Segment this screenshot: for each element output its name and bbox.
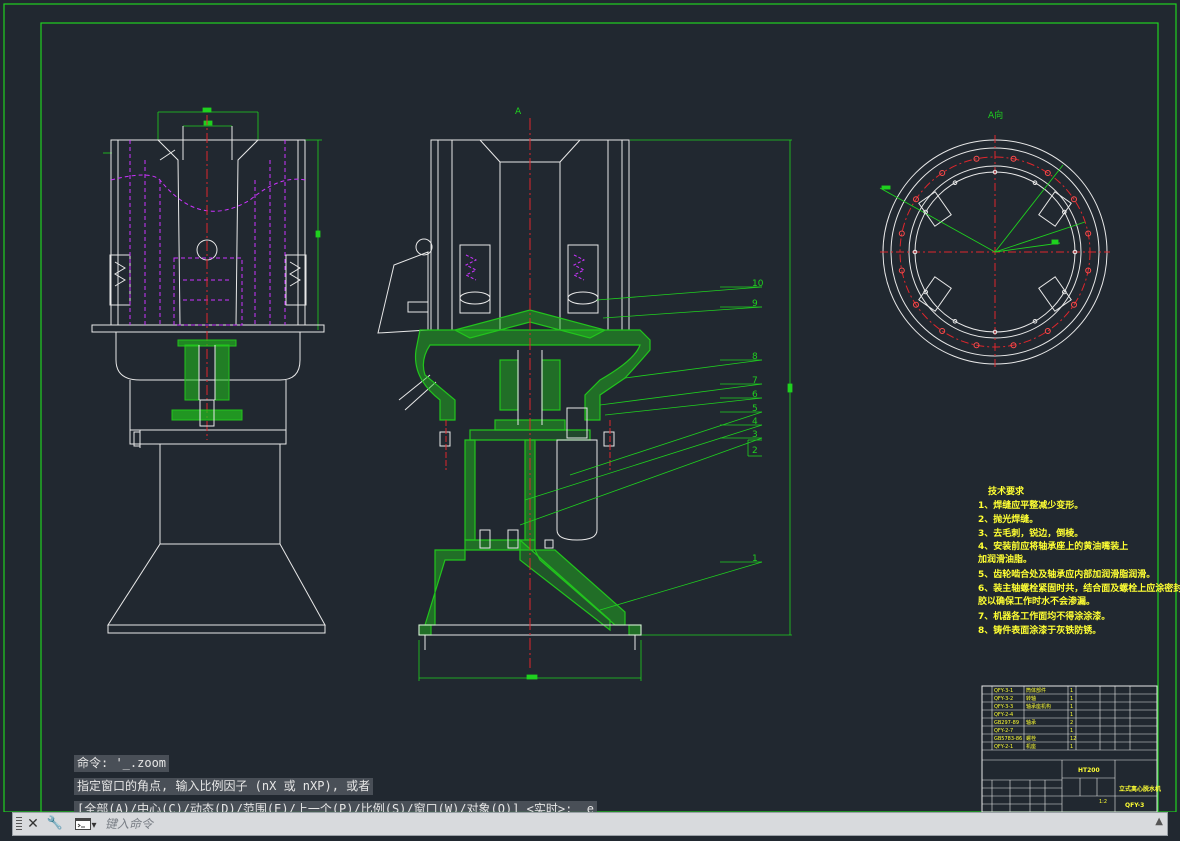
part-number-10: 10 — [752, 279, 764, 289]
tech-note: 胶以确保工作时水不会渗漏。 — [978, 595, 1095, 607]
expand-history-icon[interactable]: ▲ — [1155, 816, 1163, 827]
tech-note: 加润滑油脂。 — [977, 553, 1032, 565]
part-number-5: 5 — [752, 404, 758, 414]
title-block-name-cell: 机座 — [1026, 743, 1036, 750]
title-block-name-cell: 轴承座机构 — [1026, 703, 1051, 710]
title-block-qty-cell: 1 — [1070, 704, 1073, 710]
tech-note: 4、安装前应将轴承座上的黄油嘴装上 — [978, 540, 1128, 552]
title-block-code-cell: GB297-89 — [994, 720, 1019, 726]
command-prompt-button[interactable]: ▾ — [71, 815, 101, 833]
command-line-bar[interactable]: ✕ 🔧 ▾ ▲ — [12, 812, 1168, 836]
title-block-qty-cell: 1 — [1070, 696, 1073, 702]
a-direction-view[interactable]: A向 — [879, 109, 1110, 368]
title-block-name: 立式离心脱水机 — [1119, 785, 1161, 793]
bolt-hole — [1044, 328, 1051, 334]
terminal-icon — [75, 818, 92, 830]
title-block-name-cell: 转轴 — [1026, 695, 1036, 702]
title-block-code-cell: QFY-3-2 — [994, 696, 1013, 702]
title-block-code-cell: QFY-2-7 — [994, 728, 1013, 734]
title-block-name-cell: 螺栓 — [1026, 735, 1036, 742]
tech-note: 5、齿轮啮合处及轴承应内部加润滑脂润滑。 — [978, 568, 1155, 580]
title-block-name-cell: 筒体部件 — [1026, 687, 1046, 694]
part-number-8: 8 — [752, 352, 758, 362]
tech-note: 3、去毛刺，锐边，倒棱。 — [978, 527, 1083, 539]
view-label: A向 — [988, 109, 1003, 121]
title-block-code-cell: QFY-3-3 — [994, 704, 1013, 710]
title-block-code: QFY-3 — [1125, 802, 1144, 809]
tech-title: 技术要求 — [988, 485, 1025, 497]
part-number-4: 4 — [752, 417, 758, 427]
tech-note: 6、装主轴螺栓紧固时共，结合面及螺栓上应涂密封 — [978, 582, 1180, 594]
title-block-qty-cell: 1 — [1070, 688, 1073, 694]
part-number-6: 6 — [752, 390, 758, 400]
title-block-code-cell: QFY-2-4 — [994, 712, 1013, 718]
part-number-3: 3 — [752, 430, 758, 440]
drawing-canvas[interactable]: A 10 9 8 7 6 5 4 3 2 1 A向 技术要求 1、焊缝应平整减少… — [0, 0, 1180, 812]
command-history: 命令: '_.zoom 指定窗口的角点, 输入比例因子 (nX 或 nXP), … — [74, 752, 597, 821]
title-block-code-cell: GB5783-86 — [994, 736, 1022, 742]
title-block-qty-cell: 1 — [1070, 744, 1073, 750]
section-label: A — [515, 107, 522, 117]
part-number-1: 1 — [752, 554, 758, 564]
drag-handle-icon[interactable] — [16, 817, 22, 832]
technical-requirements: 技术要求 1、焊缝应平整减少变形。 2、抛光焊缝。 3、去毛刺，锐边，倒棱。 4… — [977, 485, 1180, 636]
title-block-material: HT200 — [1078, 767, 1100, 774]
tech-note: 7、机器各工作面均不得涂涂漆。 — [978, 610, 1110, 622]
chevron-down-icon: ▾ — [91, 820, 97, 831]
left-elevation-view[interactable] — [91, 107, 326, 634]
command-history-line: 命令: '_.zoom — [74, 755, 170, 772]
title-block-code-cell: QFY-3-1 — [994, 688, 1013, 694]
command-input[interactable] — [105, 815, 1145, 833]
part-number-2: 2 — [752, 446, 758, 456]
title-block-qty-cell: 1 — [1070, 728, 1073, 734]
title-block[interactable]: QFY-3-1 筒体部件 1 QFY-3-2 转轴 1 QFY-3-3 轴承座机构 1 QFY-2… — [981, 685, 1161, 812]
tech-note: 8、铸件表面涂漆于灰铁防锈。 — [978, 624, 1101, 636]
part-number-9: 9 — [752, 299, 758, 309]
title-block-qty-cell: 12 — [1070, 736, 1076, 742]
title-block-name-cell: 轴承 — [1026, 719, 1036, 726]
title-block-code-cell: QFY-2-1 — [994, 744, 1013, 750]
close-icon[interactable]: ✕ — [25, 815, 41, 833]
middle-section-view[interactable]: A 10 9 8 7 6 5 4 3 2 1 — [377, 107, 793, 681]
wrench-icon[interactable]: 🔧 — [45, 815, 65, 833]
tech-note: 1、焊缝应平整减少变形。 — [978, 499, 1083, 511]
title-block-scale: 1:2 — [1099, 799, 1107, 805]
part-number-7: 7 — [752, 376, 758, 386]
tech-note: 2、抛光焊缝。 — [978, 513, 1038, 525]
title-block-qty-cell: 2 — [1070, 720, 1073, 726]
title-block-qty-cell: 1 — [1070, 712, 1073, 718]
command-history-line: 指定窗口的角点, 输入比例因子 (nX 或 nXP), 或者 — [74, 778, 374, 795]
